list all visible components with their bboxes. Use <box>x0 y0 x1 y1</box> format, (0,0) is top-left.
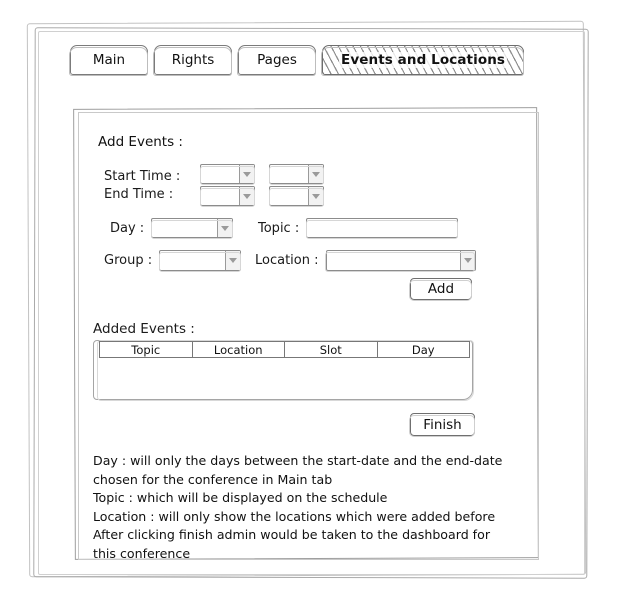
start-time-label: Start Time : <box>104 169 181 184</box>
notes-block: Day : will only the days between the sta… <box>93 452 513 563</box>
note-topic: Topic : which will be displayed on the s… <box>93 490 388 505</box>
add-events-title: Add Events : <box>98 134 183 150</box>
tab-main[interactable]: Main <box>69 45 148 76</box>
tab-events-and-locations-label: Events and Locations <box>339 52 508 68</box>
day-select[interactable] <box>150 218 234 239</box>
day-field-row: Day : <box>110 218 234 239</box>
added-events-table-header-row: Topic Location Slot Day <box>99 341 470 358</box>
note-finish: After clicking finish admin would be tak… <box>93 527 491 561</box>
end-time-label: End Time : <box>104 187 174 202</box>
topic-label: Topic : <box>258 220 300 236</box>
finish-button[interactable]: Finish <box>409 413 475 437</box>
column-header-slot[interactable]: Slot <box>284 341 378 358</box>
chevron-down-icon[interactable] <box>459 251 475 270</box>
note-location: Location : will only show the locations … <box>93 508 496 524</box>
add-button-label: Add <box>427 281 455 297</box>
tab-bar: Main Rights Pages Events and Locations <box>69 45 525 76</box>
chevron-down-icon[interactable] <box>217 219 233 237</box>
topic-field-row: Topic : <box>258 218 459 239</box>
chevron-down-icon[interactable] <box>239 187 254 205</box>
tab-pages-label: Pages <box>257 52 297 68</box>
finish-button-label: Finish <box>423 416 462 433</box>
tab-pages[interactable]: Pages <box>237 45 316 76</box>
tab-events-and-locations[interactable]: Events and Locations <box>320 45 525 76</box>
tab-rights-label: Rights <box>171 52 215 68</box>
added-events-title: Added Events : <box>93 321 195 337</box>
time-select-grid <box>199 164 324 207</box>
group-select[interactable] <box>158 250 242 272</box>
group-field-row: Group : <box>104 250 242 272</box>
end-minute-select[interactable] <box>268 186 324 207</box>
column-header-day[interactable]: Day <box>376 341 470 358</box>
group-label: Group : <box>104 253 153 268</box>
location-select[interactable] <box>325 250 476 272</box>
topic-input[interactable] <box>305 218 459 239</box>
chevron-down-icon[interactable] <box>308 187 323 205</box>
location-field-row: Location : <box>255 250 476 272</box>
added-events-table: Topic Location Slot Day <box>93 340 474 401</box>
start-hour-select[interactable] <box>199 164 255 185</box>
time-labels: Start Time : End Time : <box>104 168 180 204</box>
start-minute-select[interactable] <box>268 164 324 185</box>
chevron-down-icon[interactable] <box>308 165 323 183</box>
chevron-down-icon[interactable] <box>225 251 241 270</box>
chevron-down-icon[interactable] <box>239 165 254 183</box>
add-button[interactable]: Add <box>409 278 472 301</box>
note-day: Day : will only the days between the sta… <box>93 453 503 487</box>
column-header-location[interactable]: Location <box>191 341 285 358</box>
tab-rights[interactable]: Rights <box>153 45 232 76</box>
end-hour-select[interactable] <box>199 186 255 207</box>
column-header-topic[interactable]: Topic <box>99 341 193 358</box>
location-label: Location : <box>255 253 319 268</box>
day-label: Day : <box>110 220 145 236</box>
tab-main-label: Main <box>92 52 126 68</box>
